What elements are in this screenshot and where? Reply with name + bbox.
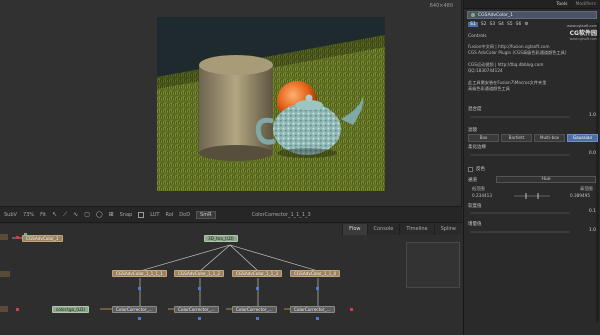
mix-slider[interactable]: 1.0 — [468, 113, 598, 121]
color-swatch-icon[interactable] — [138, 211, 145, 218]
invert-label: 反色 — [476, 167, 485, 172]
tab-modifiers[interactable]: Modifiers — [571, 0, 600, 8]
flow-navigator[interactable] — [406, 242, 460, 288]
subview-toggle[interactable]: SubV — [4, 212, 17, 218]
mix-value[interactable]: 1.0 — [589, 113, 596, 118]
fit-button[interactable]: Fit — [40, 212, 46, 218]
tab-tools[interactable]: Tools — [552, 0, 571, 8]
subtab-s6[interactable]: S6 — [516, 22, 522, 27]
node-cc-4[interactable]: ColorCorrector_... — [290, 306, 335, 313]
node-adv-2[interactable]: CGSAdvColor_1_1_2 — [174, 270, 225, 277]
filter-gaussian-button[interactable]: Gaussian — [567, 134, 598, 142]
filter-box-button[interactable]: Box — [468, 134, 499, 142]
filter-buttons: Box Bartlett Multi-box Gaussian — [468, 134, 598, 142]
logo-sub: www.cgtsoft.com — [569, 37, 597, 41]
node-color-tga[interactable]: color.tga_(LD) — [52, 306, 90, 313]
gain-slider-track[interactable] — [470, 231, 570, 233]
gain-slider[interactable]: 1.0 — [468, 228, 598, 236]
softness-slider[interactable]: 0.1 — [468, 209, 598, 217]
grid-icon[interactable]: ⊞ — [109, 211, 114, 218]
subtab-s2[interactable]: S2 — [481, 22, 487, 27]
subtab-s3[interactable]: S3 — [489, 22, 495, 27]
tool-enable-icon[interactable] — [471, 13, 475, 17]
node-cgsadvcolor-top[interactable]: CGSAdvColor_1 — [22, 235, 63, 242]
low-range-value[interactable]: 0.234413 — [472, 193, 492, 198]
settings-icon[interactable]: ⚙ — [524, 22, 528, 27]
flow-panel[interactable]: Flow Console Timeline Spline CGSAdvColor… — [0, 224, 462, 335]
pointer-tool-icon[interactable]: ↖ — [52, 211, 57, 218]
info-line: 高级色彩通道颜色工具 — [468, 86, 510, 91]
fusion-app: 640×480 SubV 73% Fit ↖ ⟋ ∿ ▢ ◯ ⊞ Snap LU… — [0, 0, 600, 335]
bspline-tool-icon[interactable]: ∿ — [73, 211, 78, 218]
filter-bartlett-button[interactable]: Bartlett — [501, 134, 532, 142]
zoom-level[interactable]: 73% — [23, 212, 34, 218]
plugin-info: Fusion中文网 | http://fusion.cgtsoft.com CG… — [468, 44, 598, 92]
node-cc-1[interactable]: ColorCorrector_... — [112, 306, 157, 313]
invert-checkbox[interactable]: 反色 — [468, 166, 485, 172]
node-adv-1[interactable]: CGSAdvColor_1_1_1_1 — [112, 270, 167, 277]
filter-multibox-button[interactable]: Multi-box — [534, 134, 565, 142]
subtab-s5[interactable]: S5 — [507, 22, 513, 27]
mix-slider-track[interactable] — [470, 116, 570, 118]
high-range-label: 高范围 — [580, 186, 593, 191]
mix-label: 混合度 — [468, 107, 482, 112]
blur-value[interactable]: 0.0 — [589, 151, 596, 156]
viewer-node-label: ColorCorrector_1_1_1_3 — [251, 211, 311, 218]
smr-button[interactable]: SmR — [196, 210, 216, 219]
logo-name: CG软件园 — [569, 30, 597, 37]
high-range-value[interactable]: 0.389495 — [570, 193, 590, 198]
blur-slider[interactable]: 0.0 — [468, 151, 598, 159]
render-frame[interactable] — [157, 17, 385, 191]
dod-toggle[interactable]: DoD — [179, 212, 190, 218]
filter-label: 滤镜 — [468, 128, 477, 133]
subtab-s4[interactable]: S4 — [498, 22, 504, 27]
viewer-panel[interactable]: 640×480 — [0, 0, 462, 206]
viewer-resolution: 640×480 — [429, 3, 453, 9]
rectangle-tool-icon[interactable]: ▢ — [84, 211, 90, 218]
softness-slider-track[interactable] — [470, 212, 570, 214]
ellipse-tool-icon[interactable]: ◯ — [96, 211, 103, 218]
watermark-logo: www.cgtsoft.com CG软件园 www.cgtsoft.com — [557, 24, 597, 46]
blur-slider-track[interactable] — [470, 154, 570, 156]
node-cc-2[interactable]: ColorCorrector_... — [174, 306, 219, 313]
gain-value[interactable]: 1.0 — [589, 228, 596, 233]
tool-header[interactable]: CGSAdvColor_1 — [467, 11, 597, 19]
snap-toggle[interactable]: Snap — [120, 212, 133, 218]
gain-label: 增量值 — [468, 222, 482, 227]
viewer-toolbar: SubV 73% Fit ↖ ⟋ ∿ ▢ ◯ ⊞ Snap LUT RoI Do… — [0, 206, 462, 223]
scene-image — [157, 17, 385, 191]
node-adv-3[interactable]: CGSAdvColor_1_1_3 — [232, 270, 283, 277]
tools-inspector: Tools Modifiers CGSAdvColor_1 S1 S2 S3 S… — [463, 0, 600, 335]
inspector-tabbar: Tools Modifiers — [464, 0, 600, 9]
node-cc-3[interactable]: ColorCorrector_... — [232, 306, 277, 313]
channel-select[interactable]: Hue — [496, 176, 596, 183]
node-3d-tea[interactable]: 3D_tea_(LD) — [204, 235, 238, 242]
invert-checkbox-box[interactable] — [468, 166, 473, 172]
blur-label: 柔化边缘 — [468, 145, 486, 150]
softness-value[interactable]: 0.1 — [589, 209, 596, 214]
low-range-label: 低范围 — [472, 186, 485, 191]
subtab-s1[interactable]: S1 — [468, 22, 478, 27]
range-control[interactable] — [512, 192, 552, 200]
roi-toggle[interactable]: RoI — [165, 212, 173, 218]
tool-name: CGSAdvColor_1 — [478, 12, 513, 18]
node-adv-4[interactable]: CGSAdvColor_1_1_4 — [290, 270, 341, 277]
controls-label: Controls — [468, 34, 487, 39]
lut-toggle[interactable]: LUT — [150, 212, 159, 218]
polyline-tool-icon[interactable]: ⟋ — [63, 211, 67, 219]
